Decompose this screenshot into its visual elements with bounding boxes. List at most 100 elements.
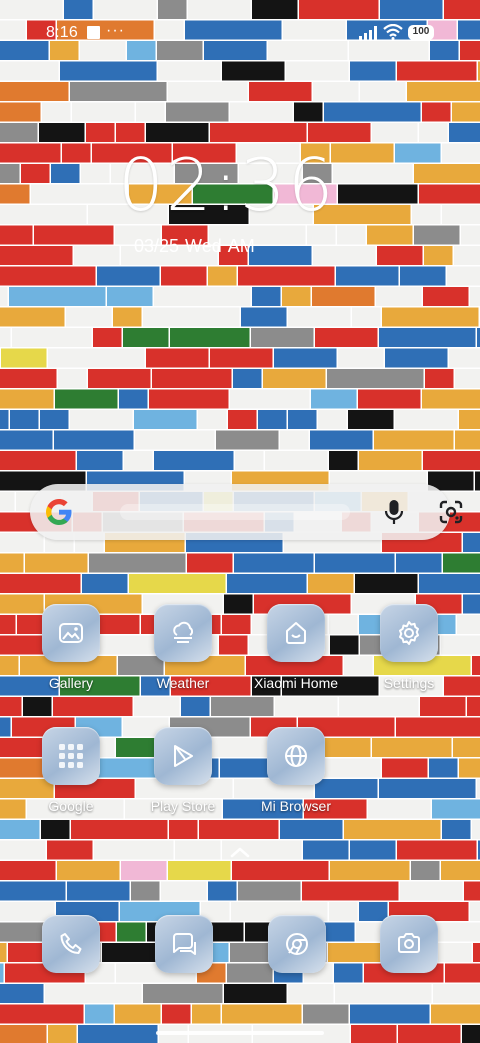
- home-indicator[interactable]: [156, 1031, 324, 1035]
- brick: [397, 840, 477, 860]
- brick: [329, 451, 358, 470]
- brick: [198, 410, 227, 429]
- brick: [124, 451, 153, 470]
- lock-date: 03/25 Wed AM: [134, 234, 261, 258]
- brick: [463, 594, 480, 614]
- brick: [315, 328, 378, 347]
- messages-icon[interactable]: [155, 915, 213, 973]
- brick: [282, 287, 311, 306]
- date-text: 03/25: [134, 236, 180, 256]
- brick: [311, 389, 357, 409]
- app-label: Gallery: [48, 675, 94, 691]
- brick: [454, 246, 480, 265]
- google-lens-icon[interactable]: [438, 499, 464, 525]
- brick: [443, 553, 480, 573]
- brick: [252, 287, 281, 306]
- brick: [0, 143, 61, 163]
- brick: [168, 82, 248, 101]
- brick: [0, 369, 57, 388]
- brick: [10, 410, 39, 429]
- brick: [459, 758, 480, 778]
- brick: [288, 307, 351, 327]
- brick: [358, 389, 421, 409]
- brick: [398, 1025, 461, 1043]
- brick: [419, 574, 480, 593]
- search-placeholder: [120, 504, 350, 520]
- camera-icon[interactable]: [380, 915, 438, 973]
- brick: [162, 1004, 191, 1024]
- brick: [425, 369, 454, 388]
- brick: [286, 61, 349, 81]
- brick: [329, 615, 358, 634]
- brick: [219, 635, 248, 655]
- brick: [42, 102, 71, 122]
- lock-clock[interactable]: 02:36: [118, 148, 334, 222]
- brick: [303, 840, 349, 860]
- brick: [411, 861, 440, 880]
- google-folder-icon[interactable]: [42, 727, 100, 785]
- brick: [47, 840, 93, 860]
- brick: [94, 840, 174, 860]
- brick: [441, 635, 480, 655]
- xiaomi-home-icon[interactable]: [267, 604, 325, 662]
- brick: [258, 410, 287, 429]
- brick: [330, 635, 359, 655]
- brick: [0, 840, 46, 860]
- brick: [154, 451, 234, 470]
- brick: [121, 861, 167, 880]
- brick: [0, 615, 16, 634]
- brick: [312, 287, 375, 306]
- brick: [249, 82, 312, 101]
- brick: [0, 184, 30, 204]
- brick: [459, 410, 480, 429]
- weather-icon[interactable]: [154, 604, 212, 662]
- brick: [449, 348, 480, 368]
- brick: [0, 779, 54, 798]
- brick: [175, 840, 221, 860]
- brick: [379, 779, 476, 798]
- app-drawer-chevron-up-icon[interactable]: [228, 842, 252, 862]
- brick: [210, 738, 273, 757]
- brick: [472, 656, 480, 675]
- gallery-icon[interactable]: [42, 604, 100, 662]
- brick: [330, 861, 410, 880]
- mic-icon[interactable]: [382, 498, 406, 526]
- brick: [397, 61, 477, 81]
- brick: [117, 922, 146, 942]
- chrome-icon[interactable]: [268, 915, 326, 973]
- brick: [329, 902, 358, 921]
- brick: [34, 225, 114, 245]
- brick: [70, 410, 133, 429]
- brick: [211, 697, 274, 716]
- play-store-icon[interactable]: [154, 727, 212, 785]
- brick: [318, 410, 347, 429]
- brick: [419, 184, 480, 204]
- weekday-text: Wed: [185, 236, 222, 256]
- brick: [0, 246, 73, 265]
- brick: [359, 451, 422, 470]
- status-bar: 8:16 ··· 100: [0, 0, 480, 64]
- brick: [395, 143, 441, 163]
- google-icon: [46, 499, 72, 525]
- gear-icon[interactable]: [380, 604, 438, 662]
- brick: [94, 615, 140, 634]
- brick: [350, 61, 396, 81]
- brick: [0, 307, 65, 327]
- brick: [0, 102, 41, 122]
- brick: [222, 61, 285, 81]
- brick: [303, 1004, 349, 1024]
- google-search-bar[interactable]: [30, 484, 463, 540]
- globe-icon[interactable]: [267, 727, 325, 785]
- brick: [412, 205, 441, 224]
- brick: [351, 1025, 397, 1043]
- brick: [152, 369, 232, 388]
- brick: [338, 348, 384, 368]
- brick: [119, 389, 148, 409]
- brick: [62, 143, 91, 163]
- brick: [146, 348, 209, 368]
- phone-icon[interactable]: [42, 915, 100, 973]
- app-label: Xiaomi Home: [253, 675, 339, 691]
- brick: [0, 430, 53, 450]
- brick: [227, 963, 273, 983]
- brick: [313, 82, 359, 101]
